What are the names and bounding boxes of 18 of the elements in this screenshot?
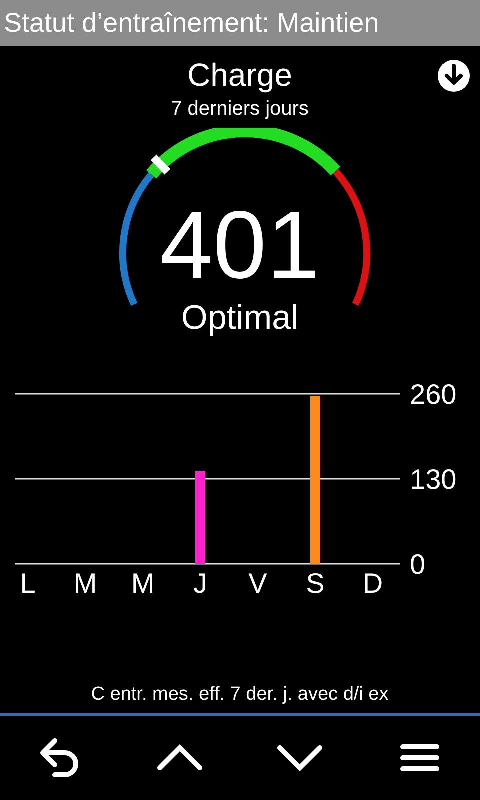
day-label: V [248,568,268,599]
day-label: L [20,568,36,599]
load-status: Optimal [181,298,299,338]
metric-title: Charge [188,56,292,94]
day-label: J [194,568,208,599]
gauge-marker [150,154,171,175]
axis-label: 0 [410,549,426,580]
axis-label: 130 [410,464,457,495]
day-label: M [131,568,155,599]
screen-title: Statut d’entraînement: Maintien [4,8,380,38]
day-label: D [362,568,384,599]
day-label: M [74,568,98,599]
metric-subtitle: 7 derniers jours [171,97,309,122]
load-value: 401 [160,196,320,296]
caption: C entr. mes. eff. 7 der. j. avec d/i ex [91,683,389,707]
axis-label: 260 [410,379,457,410]
download-icon[interactable] [438,60,470,92]
day-label: S [306,568,325,599]
